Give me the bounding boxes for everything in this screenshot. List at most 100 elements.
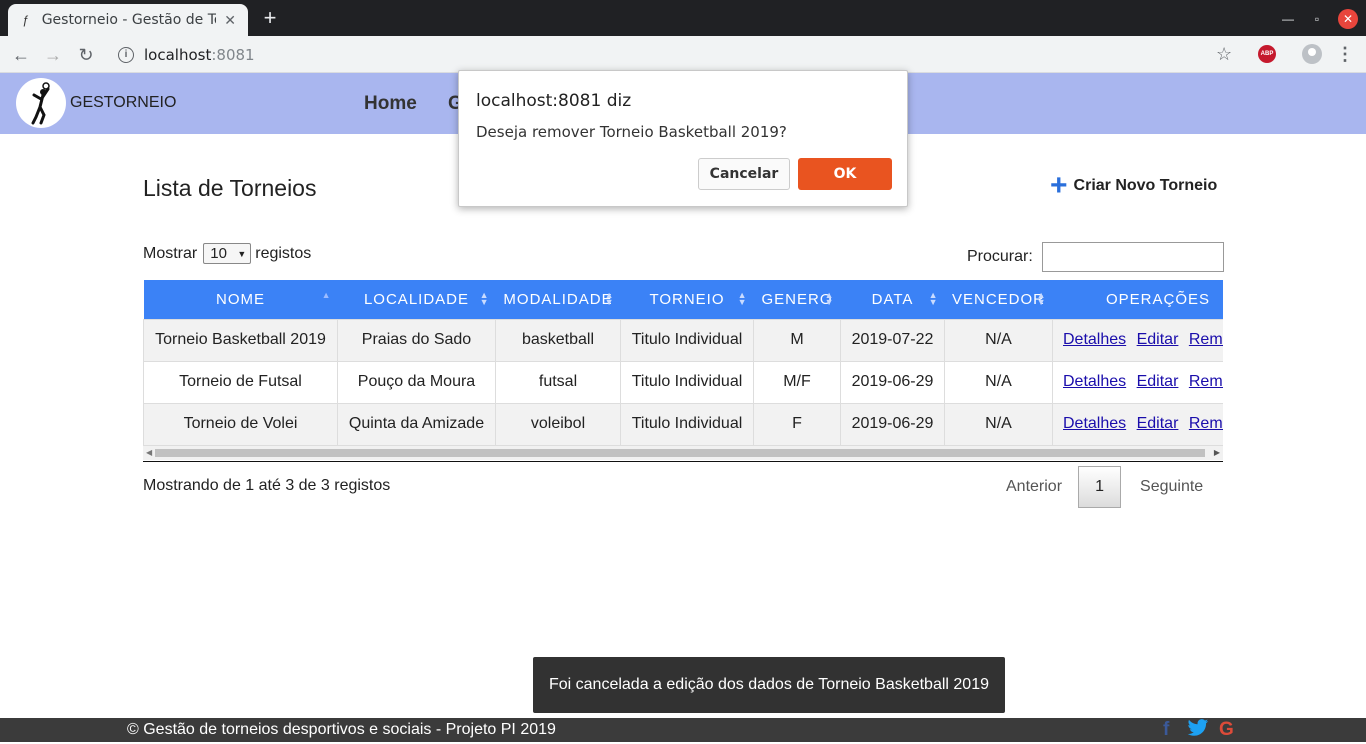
browser-toolbar: ← → ↻ i localhost:8081 — [0, 36, 1366, 73]
logo[interactable] — [16, 78, 66, 128]
sort-asc-icon: ▲ — [321, 290, 332, 300]
cell-nome: Torneio de Futsal — [143, 360, 338, 404]
tournaments-table-wrapper: NOME ▲ LOCALIDADE ▲ ▼ MODALIDADE ▲ ▼ TORNEIO ▲… — [143, 280, 1223, 462]
details-link[interactable]: Detalhes — [1063, 331, 1126, 348]
dialog-message: Deseja remover Torneio Basketball 2019? — [476, 123, 787, 141]
back-arrow-icon[interactable]: ← — [8, 42, 34, 68]
column-header-localidade[interactable]: LOCALIDADE ▲ ▼ — [337, 280, 496, 319]
page-length-value: 10 — [210, 245, 227, 262]
search-control: Procurar: — [967, 242, 1224, 272]
column-header-vencedor[interactable]: VENCEDOR ▲ ▼ — [944, 280, 1053, 319]
cell-vencedor: N/A — [944, 402, 1053, 446]
cell-localidade: Quinta da Amizade — [337, 402, 496, 446]
show-label: Mostrar — [143, 244, 198, 262]
table-row: Torneio Basketball 2019 Praias do Sado b… — [143, 318, 1223, 362]
volleyball-player-icon — [31, 82, 50, 125]
sort-icon: ▲ ▼ — [479, 290, 490, 307]
plus-icon: + — [1050, 169, 1068, 202]
url-port: :8081 — [211, 45, 255, 64]
profile-avatar-icon[interactable] — [1302, 44, 1322, 64]
search-input[interactable] — [1041, 242, 1224, 272]
ok-button[interactable]: OK — [798, 158, 892, 190]
page-length-select[interactable]: 10 ▼ — [203, 243, 252, 264]
remove-link[interactable]: Remover — [1189, 331, 1223, 348]
sort-icon: ▲ ▼ — [1036, 290, 1047, 307]
cell-genero: M — [753, 318, 841, 362]
edit-link[interactable]: Editar — [1137, 415, 1179, 432]
twitter-icon[interactable] — [1187, 718, 1209, 744]
cell-modalidade: voleibol — [495, 402, 621, 446]
create-tournament-button[interactable]: + Criar Novo Torneio — [1050, 169, 1218, 202]
brand-name: GESTORNEIO — [70, 94, 177, 111]
column-header-torneio[interactable]: TORNEIO ▲ ▼ — [620, 280, 754, 319]
table-row: Torneio de Volei Quinta da Amizade volei… — [143, 402, 1223, 446]
edit-link[interactable]: Editar — [1137, 331, 1179, 348]
page-1-button[interactable]: 1 — [1078, 466, 1122, 508]
search-label: Procurar: — [967, 248, 1033, 265]
maximize-icon[interactable]: ▫ — [1307, 9, 1327, 29]
cell-modalidade: basketball — [495, 318, 621, 362]
forward-arrow-icon[interactable]: → — [40, 42, 66, 68]
cell-operations: Detalhes Editar Remover — [1052, 402, 1223, 446]
browser-menu-icon[interactable]: ⋮ — [1336, 44, 1354, 65]
google-icon[interactable]: G — [1219, 719, 1234, 741]
dialog-title: localhost:8081 diz — [476, 91, 632, 111]
bookmark-star-icon[interactable]: ☆ — [1216, 44, 1232, 65]
cell-torneio: Titulo Individual — [620, 318, 754, 362]
cell-operations: Detalhes Editar Remover — [1052, 318, 1223, 362]
previous-page-button[interactable]: Anterior — [990, 478, 1078, 496]
url-host: localhost — [144, 45, 212, 64]
records-label: registos — [255, 244, 312, 262]
cell-vencedor: N/A — [944, 318, 1053, 362]
column-header-genero[interactable]: GENERO ▲ ▼ — [753, 280, 841, 319]
details-link[interactable]: Detalhes — [1063, 415, 1126, 432]
window-close-icon[interactable]: ✕ — [1338, 9, 1358, 29]
address-bar[interactable]: i localhost:8081 — [108, 40, 1248, 69]
remove-link[interactable]: Remover — [1189, 415, 1223, 432]
minimize-icon[interactable]: — — [1278, 9, 1298, 29]
cell-modalidade: futsal — [495, 360, 621, 404]
column-header-operacoes: OPERAÇÕES — [1052, 280, 1223, 319]
cell-genero: M/F — [753, 360, 841, 404]
column-header-modalidade[interactable]: MODALIDADE ▲ ▼ — [495, 280, 621, 319]
copyright-text: © Gestão de torneios desportivos e socia… — [127, 721, 556, 738]
cell-operations: Detalhes Editar Remover — [1052, 360, 1223, 404]
scroll-right-icon[interactable]: ▶ — [1214, 448, 1220, 457]
cell-genero: F — [753, 402, 841, 446]
cell-data: 2019-06-29 — [840, 360, 945, 404]
cell-nome: Torneio Basketball 2019 — [143, 318, 338, 362]
browser-tab-bar: ƒ Gestorneio - Gestão de Torneios ✕ + — … — [0, 0, 1366, 36]
scroll-left-icon[interactable]: ◀ — [146, 448, 152, 457]
cancel-button[interactable]: Cancelar — [698, 158, 790, 190]
column-header-data[interactable]: DATA ▲ ▼ — [840, 280, 945, 319]
remove-link[interactable]: Remover — [1189, 373, 1223, 390]
new-tab-button[interactable]: + — [258, 6, 282, 30]
nav-home-link[interactable]: Home — [364, 93, 417, 115]
cell-data: 2019-07-22 — [840, 318, 945, 362]
cell-localidade: Praias do Sado — [337, 318, 496, 362]
cell-vencedor: N/A — [944, 360, 1053, 404]
page-length-control: Mostrar 10 ▼ registos — [143, 243, 311, 264]
site-info-icon[interactable]: i — [118, 46, 134, 63]
sort-icon: ▲ ▼ — [928, 290, 939, 307]
details-link[interactable]: Detalhes — [1063, 373, 1126, 390]
tab-close-icon[interactable]: ✕ — [222, 12, 238, 28]
adblock-icon[interactable]: ABP — [1258, 45, 1276, 63]
sort-icon: ▲ ▼ — [737, 290, 748, 307]
table-header-row: NOME ▲ LOCALIDADE ▲ ▼ MODALIDADE ▲ ▼ TORNEIO ▲… — [143, 280, 1223, 319]
edit-link[interactable]: Editar — [1137, 373, 1179, 390]
scrollbar-thumb[interactable] — [155, 449, 1205, 457]
horizontal-scrollbar[interactable]: ◀ ▶ — [143, 446, 1223, 460]
facebook-icon[interactable]: f — [1163, 719, 1169, 741]
tab-title: Gestorneio - Gestão de Torneios — [41, 12, 217, 28]
reload-icon[interactable]: ↻ — [73, 42, 99, 68]
pagination: Anterior 1 Seguinte — [990, 466, 1219, 508]
sort-icon: ▲ ▼ — [824, 290, 835, 307]
column-header-nome[interactable]: NOME ▲ — [143, 280, 338, 319]
browser-tab[interactable]: ƒ Gestorneio - Gestão de Torneios ✕ — [8, 4, 248, 36]
cell-torneio: Titulo Individual — [620, 360, 754, 404]
table-row: Torneio de Futsal Pouço da Moura futsal … — [143, 360, 1223, 404]
create-tournament-label: Criar Novo Torneio — [1073, 177, 1218, 194]
page-title: Lista de Torneios — [143, 175, 317, 201]
next-page-button[interactable]: Seguinte — [1121, 478, 1219, 496]
